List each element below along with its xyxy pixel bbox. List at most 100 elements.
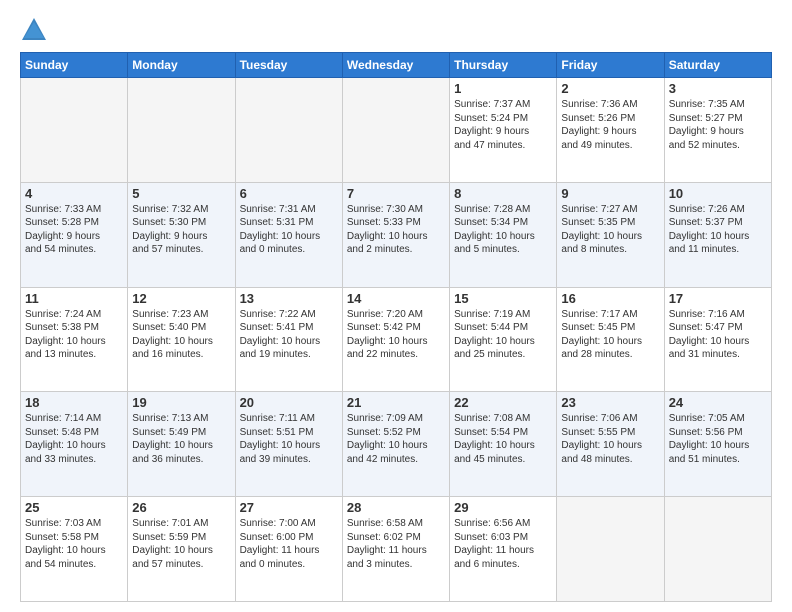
col-monday: Monday (128, 53, 235, 78)
day-number: 19 (132, 395, 230, 410)
day-number: 26 (132, 500, 230, 515)
calendar-cell: 12 Sunrise: 7:23 AM Sunset: 5:40 PM Dayli… (128, 287, 235, 392)
calendar-cell: 25 Sunrise: 7:03 AM Sunset: 5:58 PM Dayli… (21, 497, 128, 602)
col-sunday: Sunday (21, 53, 128, 78)
calendar-cell: 28 Sunrise: 6:58 AM Sunset: 6:02 PM Dayli… (342, 497, 449, 602)
calendar-cell (342, 78, 449, 183)
calendar-cell: 22 Sunrise: 7:08 AM Sunset: 5:54 PM Dayli… (450, 392, 557, 497)
logo-icon (20, 16, 48, 44)
day-info: Sunrise: 6:56 AM Sunset: 6:03 PM Dayligh… (454, 517, 552, 571)
day-number: 18 (25, 395, 123, 410)
day-info: Sunrise: 7:00 AM Sunset: 6:00 PM Dayligh… (240, 517, 338, 571)
day-number: 1 (454, 81, 552, 96)
calendar-cell: 26 Sunrise: 7:01 AM Sunset: 5:59 PM Dayli… (128, 497, 235, 602)
header (20, 16, 772, 44)
calendar-cell (128, 78, 235, 183)
day-number: 24 (669, 395, 767, 410)
calendar-cell (664, 497, 771, 602)
day-number: 23 (561, 395, 659, 410)
day-info: Sunrise: 7:24 AM Sunset: 5:38 PM Dayligh… (25, 308, 123, 362)
calendar-cell: 6 Sunrise: 7:31 AM Sunset: 5:31 PM Daylig… (235, 182, 342, 287)
day-info: Sunrise: 7:16 AM Sunset: 5:47 PM Dayligh… (669, 308, 767, 362)
day-info: Sunrise: 7:20 AM Sunset: 5:42 PM Dayligh… (347, 308, 445, 362)
col-wednesday: Wednesday (342, 53, 449, 78)
day-info: Sunrise: 7:08 AM Sunset: 5:54 PM Dayligh… (454, 412, 552, 466)
calendar-cell: 8 Sunrise: 7:28 AM Sunset: 5:34 PM Daylig… (450, 182, 557, 287)
day-info: Sunrise: 7:36 AM Sunset: 5:26 PM Dayligh… (561, 98, 659, 152)
col-saturday: Saturday (664, 53, 771, 78)
calendar-cell: 2 Sunrise: 7:36 AM Sunset: 5:26 PM Daylig… (557, 78, 664, 183)
day-info: Sunrise: 7:09 AM Sunset: 5:52 PM Dayligh… (347, 412, 445, 466)
logo (20, 16, 52, 44)
calendar-table: Sunday Monday Tuesday Wednesday Thursday… (20, 52, 772, 602)
day-info: Sunrise: 7:37 AM Sunset: 5:24 PM Dayligh… (454, 98, 552, 152)
day-info: Sunrise: 7:30 AM Sunset: 5:33 PM Dayligh… (347, 203, 445, 257)
day-info: Sunrise: 7:22 AM Sunset: 5:41 PM Dayligh… (240, 308, 338, 362)
day-info: Sunrise: 7:11 AM Sunset: 5:51 PM Dayligh… (240, 412, 338, 466)
day-number: 7 (347, 186, 445, 201)
day-info: Sunrise: 7:35 AM Sunset: 5:27 PM Dayligh… (669, 98, 767, 152)
calendar-cell: 19 Sunrise: 7:13 AM Sunset: 5:49 PM Dayli… (128, 392, 235, 497)
day-info: Sunrise: 7:06 AM Sunset: 5:55 PM Dayligh… (561, 412, 659, 466)
calendar-cell: 20 Sunrise: 7:11 AM Sunset: 5:51 PM Dayli… (235, 392, 342, 497)
col-friday: Friday (557, 53, 664, 78)
day-info: Sunrise: 7:14 AM Sunset: 5:48 PM Dayligh… (25, 412, 123, 466)
day-info: Sunrise: 7:27 AM Sunset: 5:35 PM Dayligh… (561, 203, 659, 257)
col-thursday: Thursday (450, 53, 557, 78)
calendar-week-row: 18 Sunrise: 7:14 AM Sunset: 5:48 PM Dayli… (21, 392, 772, 497)
calendar-cell: 15Sunrise: 7:19 AM Sunset: 5:44 PM Dayli… (450, 287, 557, 392)
calendar-cell: 7 Sunrise: 7:30 AM Sunset: 5:33 PM Daylig… (342, 182, 449, 287)
day-number: 4 (25, 186, 123, 201)
day-info: Sunrise: 7:32 AM Sunset: 5:30 PM Dayligh… (132, 203, 230, 257)
calendar-cell: 27 Sunrise: 7:00 AM Sunset: 6:00 PM Dayli… (235, 497, 342, 602)
calendar-cell (557, 497, 664, 602)
day-info: Sunrise: 7:13 AM Sunset: 5:49 PM Dayligh… (132, 412, 230, 466)
calendar-cell: 3Sunrise: 7:35 AM Sunset: 5:27 PM Daylig… (664, 78, 771, 183)
calendar-cell: 21 Sunrise: 7:09 AM Sunset: 5:52 PM Dayli… (342, 392, 449, 497)
calendar-cell: 10Sunrise: 7:26 AM Sunset: 5:37 PM Dayli… (664, 182, 771, 287)
calendar-cell: 17 Sunrise: 7:16 AM Sunset: 5:47 PM Dayli… (664, 287, 771, 392)
day-info: Sunrise: 7:26 AM Sunset: 5:37 PM Dayligh… (669, 203, 767, 257)
day-number: 17 (669, 291, 767, 306)
calendar-cell: 5Sunrise: 7:32 AM Sunset: 5:30 PM Daylig… (128, 182, 235, 287)
day-number: 27 (240, 500, 338, 515)
day-info: Sunrise: 7:05 AM Sunset: 5:56 PM Dayligh… (669, 412, 767, 466)
calendar-cell: 23 Sunrise: 7:06 AM Sunset: 5:55 PM Dayli… (557, 392, 664, 497)
day-number: 22 (454, 395, 552, 410)
calendar-cell: 9 Sunrise: 7:27 AM Sunset: 5:35 PM Daylig… (557, 182, 664, 287)
day-number: 13 (240, 291, 338, 306)
page: Sunday Monday Tuesday Wednesday Thursday… (0, 0, 792, 612)
calendar-cell: 18 Sunrise: 7:14 AM Sunset: 5:48 PM Dayli… (21, 392, 128, 497)
calendar-cell: 11Sunrise: 7:24 AM Sunset: 5:38 PM Dayli… (21, 287, 128, 392)
calendar-cell: 13 Sunrise: 7:22 AM Sunset: 5:41 PM Dayli… (235, 287, 342, 392)
day-number: 6 (240, 186, 338, 201)
day-number: 16 (561, 291, 659, 306)
day-info: Sunrise: 7:33 AM Sunset: 5:28 PM Dayligh… (25, 203, 123, 257)
day-number: 29 (454, 500, 552, 515)
calendar-week-row: 4 Sunrise: 7:33 AM Sunset: 5:28 PM Daylig… (21, 182, 772, 287)
day-info: Sunrise: 7:31 AM Sunset: 5:31 PM Dayligh… (240, 203, 338, 257)
day-number: 9 (561, 186, 659, 201)
day-number: 15 (454, 291, 552, 306)
day-info: Sunrise: 7:03 AM Sunset: 5:58 PM Dayligh… (25, 517, 123, 571)
day-number: 2 (561, 81, 659, 96)
day-number: 8 (454, 186, 552, 201)
day-info: Sunrise: 7:01 AM Sunset: 5:59 PM Dayligh… (132, 517, 230, 571)
calendar-cell: 1 Sunrise: 7:37 AM Sunset: 5:24 PM Daylig… (450, 78, 557, 183)
calendar-cell (235, 78, 342, 183)
day-number: 20 (240, 395, 338, 410)
day-number: 21 (347, 395, 445, 410)
col-tuesday: Tuesday (235, 53, 342, 78)
day-number: 25 (25, 500, 123, 515)
calendar-cell: 14Sunrise: 7:20 AM Sunset: 5:42 PM Dayli… (342, 287, 449, 392)
day-info: Sunrise: 6:58 AM Sunset: 6:02 PM Dayligh… (347, 517, 445, 571)
calendar-header-row: Sunday Monday Tuesday Wednesday Thursday… (21, 53, 772, 78)
calendar-cell (21, 78, 128, 183)
day-info: Sunrise: 7:23 AM Sunset: 5:40 PM Dayligh… (132, 308, 230, 362)
calendar-cell: 29 Sunrise: 6:56 AM Sunset: 6:03 PM Dayli… (450, 497, 557, 602)
day-number: 28 (347, 500, 445, 515)
day-number: 12 (132, 291, 230, 306)
calendar-week-row: 11Sunrise: 7:24 AM Sunset: 5:38 PM Dayli… (21, 287, 772, 392)
day-info: Sunrise: 7:28 AM Sunset: 5:34 PM Dayligh… (454, 203, 552, 257)
calendar-cell: 4 Sunrise: 7:33 AM Sunset: 5:28 PM Daylig… (21, 182, 128, 287)
